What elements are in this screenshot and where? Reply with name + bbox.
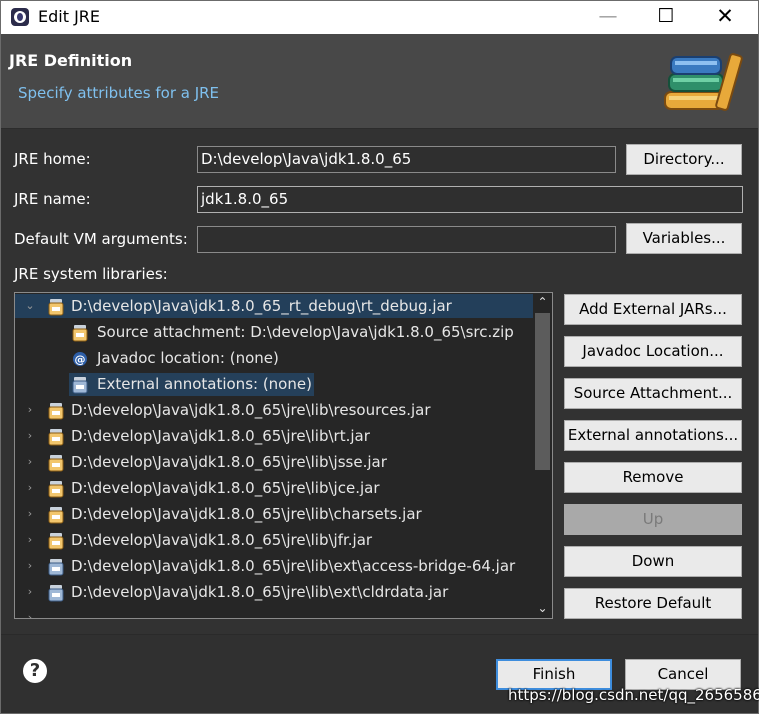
down-button[interactable]: Down <box>564 546 742 577</box>
jar-icon <box>48 403 64 420</box>
header-title: JRE Definition <box>9 51 133 70</box>
jar-icon <box>48 559 64 576</box>
scroll-down-icon[interactable]: ⌄ <box>533 599 552 618</box>
libraries-label: JRE system libraries: <box>14 265 168 283</box>
restore-default-button[interactable]: Restore Default <box>564 588 742 619</box>
chevron-right-icon[interactable]: › <box>23 502 37 526</box>
svg-text:@: @ <box>75 353 86 366</box>
jre-home-field[interactable]: D:\develop\Java\jdk1.8.0_65 <box>197 146 616 173</box>
external-annotations-text: External annotations: (none) <box>97 375 312 393</box>
jar-icon <box>48 481 64 498</box>
library-path: D:\develop\Java\jdk1.8.0_65\jre\lib\rt.j… <box>71 427 370 445</box>
eclipse-app-icon <box>11 8 29 26</box>
chevron-down-icon[interactable]: ⌄ <box>23 294 37 318</box>
up-button[interactable]: Up <box>564 504 742 535</box>
jar-icon <box>48 533 64 550</box>
library-row[interactable]: › D:\develop\Java\jdk1.8.0_65\jre\lib\cha… <box>15 502 533 526</box>
close-button[interactable]: ✕ <box>702 1 748 34</box>
vm-args-field[interactable] <box>197 226 616 253</box>
jre-libraries-tree[interactable]: ⌄ D:\develop\Java\jdk1.8.0_65_rt_debug\r… <box>14 292 553 619</box>
library-row[interactable]: › D:\develop\Java\jdk1.8.0_65\jre\lib\ext… <box>15 554 533 578</box>
library-row[interactable]: › D:\develop\Java\jdk1.8.0_65\jre\lib\ext… <box>15 580 533 604</box>
source-attachment-text: Source attachment: D:\develop\Java\jdk1.… <box>97 323 514 341</box>
library-row-partial: › <box>15 606 533 618</box>
minimize-button[interactable]: — <box>585 1 631 34</box>
javadoc-location-row[interactable]: @ Javadoc location: (none) <box>15 346 533 370</box>
add-external-jars-button[interactable]: Add External JARs... <box>564 294 742 325</box>
chevron-right-icon[interactable]: › <box>23 554 37 578</box>
library-path: D:\develop\Java\jdk1.8.0_65\jre\lib\jce.… <box>71 479 380 497</box>
annotations-icon <box>72 377 88 394</box>
chevron-right-icon[interactable]: › <box>23 528 37 552</box>
jre-name-label: JRE name: <box>14 190 91 208</box>
scroll-up-icon[interactable]: ⌃ <box>533 293 552 312</box>
dialog-header: JRE Definition Specify attributes for a … <box>1 34 758 129</box>
library-path: D:\develop\Java\jdk1.8.0_65\jre\lib\reso… <box>71 401 431 419</box>
chevron-right-icon[interactable]: › <box>23 398 37 422</box>
library-path: D:\develop\Java\jdk1.8.0_65\jre\lib\ext\… <box>71 583 449 601</box>
library-row[interactable]: › D:\develop\Java\jdk1.8.0_65\jre\lib\jss… <box>15 450 533 474</box>
library-row[interactable]: › D:\develop\Java\jdk1.8.0_65\jre\lib\jce… <box>15 476 533 500</box>
library-row[interactable]: › D:\develop\Java\jdk1.8.0_65\jre\lib\res… <box>15 398 533 422</box>
watermark-url: https://blog.csdn.net/qq_26565861 <box>508 686 759 704</box>
vm-args-label: Default VM arguments: <box>14 230 188 248</box>
chevron-right-icon[interactable]: › <box>23 450 37 474</box>
maximize-button[interactable]: ☐ <box>643 1 689 34</box>
title-bar: Edit JRE — ☐ ✕ <box>1 1 758 34</box>
chevron-right-icon[interactable]: › <box>23 476 37 500</box>
jre-books-icon <box>664 53 743 111</box>
source-attachment-row[interactable]: Source attachment: D:\develop\Java\jdk1.… <box>15 320 533 344</box>
scrollbar-thumb[interactable] <box>535 313 550 470</box>
library-row-expanded[interactable]: ⌄ D:\develop\Java\jdk1.8.0_65_rt_debug\r… <box>15 294 533 318</box>
external-annotations-button[interactable]: External annotations... <box>564 420 742 451</box>
chevron-right-icon[interactable]: › <box>23 424 37 448</box>
library-path: D:\develop\Java\jdk1.8.0_65\jre\lib\ext\… <box>71 557 516 575</box>
window-title: Edit JRE <box>38 7 101 26</box>
chevron-right-icon[interactable]: › <box>23 580 37 604</box>
jre-name-field[interactable]: jdk1.8.0_65 <box>197 186 743 213</box>
library-path: D:\develop\Java\jdk1.8.0_65\jre\lib\jsse… <box>71 453 387 471</box>
vertical-scrollbar[interactable]: ⌃ ⌄ <box>533 293 552 618</box>
jar-icon <box>48 455 64 472</box>
library-path: D:\develop\Java\jdk1.8.0_65\jre\lib\char… <box>71 505 422 523</box>
javadoc-icon: @ <box>73 352 87 366</box>
jar-icon <box>48 429 64 446</box>
library-path: D:\develop\Java\jdk1.8.0_65\jre\lib\jfr.… <box>71 531 373 549</box>
jre-home-label: JRE home: <box>14 150 91 168</box>
header-subtitle: Specify attributes for a JRE <box>18 84 220 102</box>
library-path: D:\develop\Java\jdk1.8.0_65_rt_debug\rt_… <box>71 297 452 315</box>
javadoc-location-text: Javadoc location: (none) <box>97 349 279 367</box>
jar-icon <box>48 585 64 602</box>
source-attachment-button[interactable]: Source Attachment... <box>564 378 742 409</box>
source-attachment-icon <box>72 325 88 342</box>
help-icon[interactable]: ? <box>23 659 47 683</box>
jar-icon <box>48 299 64 316</box>
chevron-right-icon: › <box>27 611 33 618</box>
library-row[interactable]: › D:\develop\Java\jdk1.8.0_65\jre\lib\rt.… <box>15 424 533 448</box>
edit-jre-dialog: Edit JRE — ☐ ✕ JRE Definition Specify at… <box>0 0 759 714</box>
external-annotations-row[interactable]: External annotations: (none) <box>15 372 533 396</box>
javadoc-location-button[interactable]: Javadoc Location... <box>564 336 742 367</box>
variables-button[interactable]: Variables... <box>626 223 742 254</box>
jar-icon <box>48 507 64 524</box>
remove-button[interactable]: Remove <box>564 462 742 493</box>
directory-button[interactable]: Directory... <box>626 144 742 175</box>
library-row[interactable]: › D:\develop\Java\jdk1.8.0_65\jre\lib\jfr… <box>15 528 533 552</box>
